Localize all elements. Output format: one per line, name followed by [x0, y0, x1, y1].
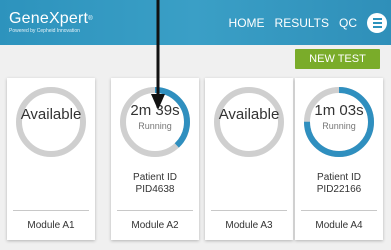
module-status: Available [218, 106, 280, 123]
nav-home[interactable]: HOME [182, 15, 265, 60]
nav-qc[interactable]: QC [339, 16, 357, 30]
card-divider [13, 210, 89, 211]
module-card-a1[interactable]: Available Module A1 [7, 78, 95, 240]
main-content: NEW TEST Available Module A1 2m 39s Runn… [0, 45, 391, 250]
nav-results[interactable]: RESULTS [275, 16, 329, 30]
module-running-label: Running [138, 121, 172, 131]
module-timer: 2m 39s [130, 102, 180, 119]
brand-tagline: Powered by Cepheid Innovation [9, 28, 80, 34]
module-name: Module A2 [131, 220, 179, 231]
module-running-label: Running [322, 121, 356, 131]
main-nav: HOME RESULTS QC [182, 0, 391, 60]
top-bar: GeneXpert® Powered by Cepheid Innovation… [0, 0, 391, 60]
module-status: Available [20, 106, 82, 123]
patient-id-value: PID4638 [135, 184, 175, 195]
patient-id-label: Patient ID [133, 172, 177, 183]
module-card-a3[interactable]: Available Module A3 [205, 78, 293, 240]
menu-icon[interactable] [367, 12, 387, 33]
module-name: Module A1 [27, 220, 75, 231]
card-divider [117, 210, 193, 211]
module-timer: 1m 03s [314, 102, 364, 119]
brand-name: GeneXpert [9, 10, 89, 27]
card-divider [301, 210, 377, 211]
patient-id-value: PID22166 [316, 184, 362, 195]
module-name: Module A3 [225, 220, 273, 231]
new-test-button[interactable]: NEW TEST [295, 49, 380, 69]
card-divider [211, 210, 287, 211]
brand-logo: GeneXpert® Powered by Cepheid Innovation [9, 10, 93, 35]
patient-id-label: Patient ID [317, 172, 361, 183]
brand-mark: ® [88, 16, 93, 22]
module-name: Module A4 [315, 220, 363, 231]
module-card-a4[interactable]: 1m 03s Running Patient ID PID22166 Modul… [295, 78, 383, 240]
module-card-a2[interactable]: 2m 39s Running Patient ID PID4638 Module… [111, 78, 199, 240]
nav-home-label: HOME [228, 15, 265, 30]
